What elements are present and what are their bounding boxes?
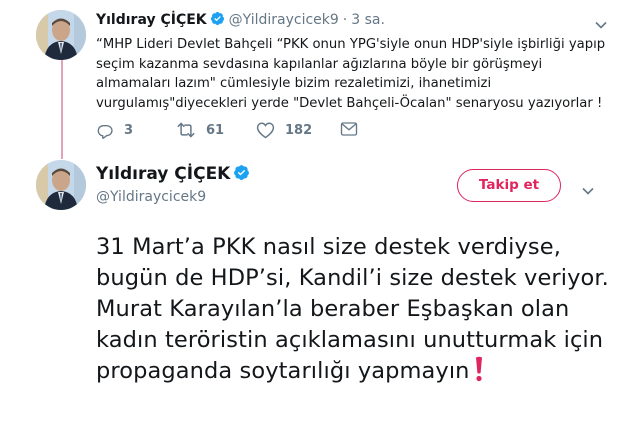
tweet-header: Yıldıray ÇİÇEK @Yildiraycicek9 · 3 sa.: [96, 11, 385, 30]
envelope-icon: [340, 122, 358, 136]
tweet-text: 31 Mart’a PKK nasıl size destek verdiyse…: [96, 234, 609, 384]
retweet-button[interactable]: 61: [176, 121, 224, 139]
like-count: 182: [285, 122, 313, 138]
tweet-text-container: 31 Mart’a PKK nasıl size destek verdiyse…: [96, 232, 626, 391]
author-name[interactable]: Yıldıray ÇİÇEK: [96, 12, 207, 28]
verified-badge-icon: [210, 11, 225, 30]
follow-button[interactable]: Takip et: [457, 169, 561, 202]
heart-icon: [256, 122, 275, 139]
reply-count: 3: [124, 122, 134, 138]
chevron-down-icon[interactable]: [582, 180, 594, 199]
avatar[interactable]: [36, 10, 86, 60]
thread-connector-line: [61, 55, 63, 159]
reply-button[interactable]: 3: [96, 121, 133, 139]
tweet-actions: 3 61 182: [96, 121, 416, 143]
author-name-text[interactable]: Yıldıray ÇİÇEK: [96, 164, 230, 184]
author-name[interactable]: Yıldıray ÇİÇEK: [96, 164, 254, 186]
retweet-icon: [177, 122, 195, 138]
reply-icon: [97, 124, 113, 139]
tweet-text: “MHP Lideri Devlet Bahçeli “PKK onun YPG…: [96, 37, 606, 111]
direct-message-button[interactable]: [340, 121, 358, 137]
chevron-down-icon[interactable]: [595, 14, 607, 33]
verified-badge-icon: [233, 164, 250, 186]
retweet-count: 61: [206, 122, 225, 138]
separator-dot: ·: [342, 12, 348, 28]
tweet-timestamp[interactable]: 3 sa.: [351, 12, 385, 28]
author-handle[interactable]: @Yildiraycicek9: [229, 12, 339, 28]
like-button[interactable]: 182: [256, 121, 312, 139]
exclamation-mark-icon: [474, 356, 484, 391]
avatar[interactable]: [36, 160, 86, 210]
author-handle[interactable]: @Yildiraycicek9: [96, 189, 206, 205]
